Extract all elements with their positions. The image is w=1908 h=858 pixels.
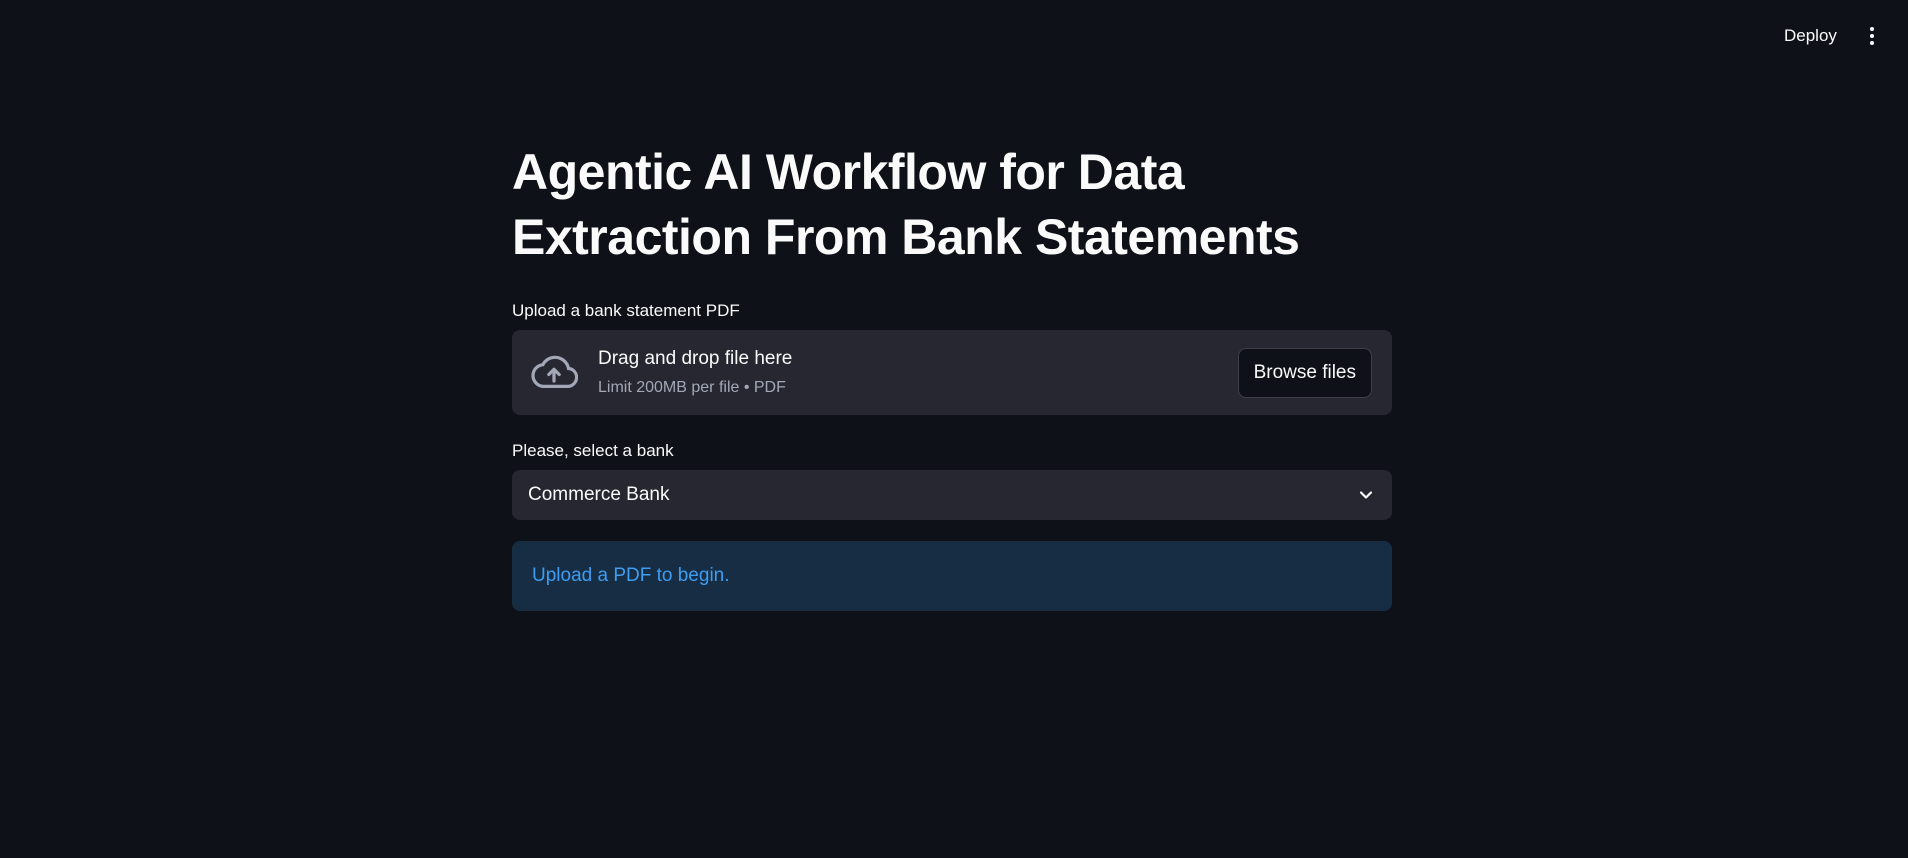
dropzone-title: Drag and drop file here — [598, 348, 793, 369]
dropzone-limit: Limit 200MB per file • PDF — [598, 379, 786, 396]
chevron-down-icon — [1359, 491, 1373, 499]
info-alert: Upload a PDF to begin. — [512, 541, 1392, 611]
bank-select-value: Commerce Bank — [528, 484, 670, 505]
uploader-label: Upload a bank statement PDF — [512, 301, 740, 320]
browse-files-button[interactable]: Browse files — [1237, 348, 1372, 398]
info-alert-text: Upload a PDF to begin. — [532, 565, 730, 586]
bank-select-label: Please, select a bank — [512, 441, 674, 460]
top-toolbar: Deploy — [0, 0, 1908, 72]
cloud-upload-icon — [531, 355, 578, 388]
dropzone-instructions: Drag and drop file here Limit 200MB per … — [598, 346, 792, 398]
main-content: Agentic AI Workflow for Data Extraction … — [512, 140, 1392, 611]
deploy-button[interactable]: Deploy — [1776, 22, 1845, 50]
bank-select[interactable]: Commerce Bank — [512, 470, 1392, 520]
page-title: Agentic AI Workflow for Data Extraction … — [512, 144, 1300, 265]
file-dropzone[interactable]: Drag and drop file here Limit 200MB per … — [512, 330, 1392, 415]
kebab-menu-icon — [1870, 27, 1874, 45]
main-menu-button[interactable] — [1860, 22, 1884, 50]
